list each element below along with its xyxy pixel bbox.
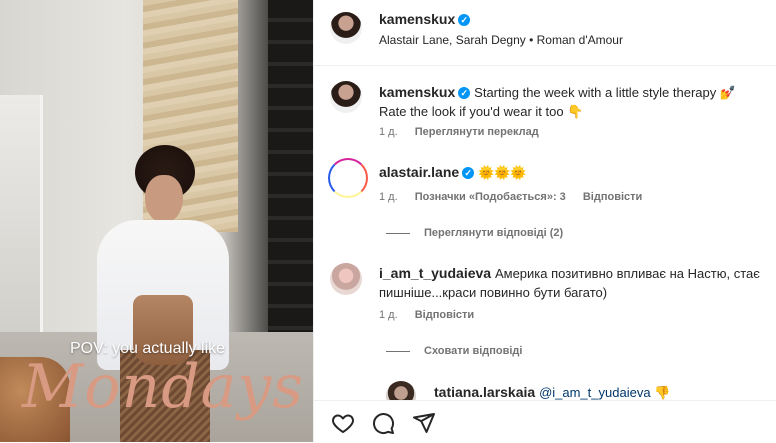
verified-badge-icon: ✓ [458,14,471,26]
avatar[interactable] [328,158,368,198]
action-bar [314,400,776,443]
background-door [0,95,43,355]
view-replies-button[interactable]: Переглянути відповіді (2) [424,227,563,239]
avatar[interactable] [330,81,362,113]
comment: alastair.lane ✓ 🌞🌞🌞 [379,164,527,181]
caption-time[interactable]: 1 д. [379,126,398,138]
comment-likes[interactable]: Позначки «Подобається»: 3 [415,191,566,203]
comment-text: 🌞🌞🌞 [478,165,527,180]
hide-replies-button[interactable]: Сховати відповіді [424,345,522,357]
share-icon[interactable] [412,411,436,435]
caption: kamenskux ✓ Starting the week with a litt… [379,83,764,121]
caption-meta: 1 д. Переглянути переклад [379,126,553,138]
comment-meta: 1 д. Позначки «Подобається»: 3 Відповіст… [379,191,656,203]
comment-meta: 1 д. Відповісти [379,309,488,321]
comment: i_am_t_yudaieva Америка позитивно вплива… [379,264,764,302]
comment-username[interactable]: tatiana.larskaia [434,384,535,400]
avatar[interactable] [330,263,362,295]
verified-badge-icon: ✓ [458,87,471,99]
comment-time[interactable]: 1 д. [379,191,398,203]
post-sidebar: kamenskux ✓ Alastair Lane, Sarah Degny • … [313,0,776,443]
comment-text: @i_am_t_yudaieva 👎 [539,385,671,400]
audio-credits[interactable]: Alastair Lane, Sarah Degny • Roman d'Amo… [379,33,623,47]
avatar[interactable] [330,12,362,44]
reply-button[interactable]: Відповісти [583,191,642,203]
reply-button[interactable]: Відповісти [415,309,474,321]
comment-icon[interactable] [371,411,395,435]
thread-line [386,351,410,352]
post-header: kamenskux ✓ Alastair Lane, Sarah Degny • … [314,0,776,66]
post-media[interactable]: POV: you actually like Mondays [0,0,313,442]
comment-time[interactable]: 1 д. [379,309,398,321]
thread-line [386,233,410,234]
overlay-text-mondays: Mondays [22,352,305,422]
verified-badge-icon: ✓ [462,167,475,179]
comment-username[interactable]: alastair.lane [379,164,459,180]
heart-icon[interactable] [331,411,355,435]
caption-username[interactable]: kamenskux [379,84,455,100]
comment-username[interactable]: i_am_t_yudaieva [379,265,491,281]
reply-comment: tatiana.larskaia @i_am_t_yudaieva 👎 [434,384,670,401]
translate-link[interactable]: Переглянути переклад [415,126,539,138]
author-username[interactable]: kamenskux [379,11,455,27]
